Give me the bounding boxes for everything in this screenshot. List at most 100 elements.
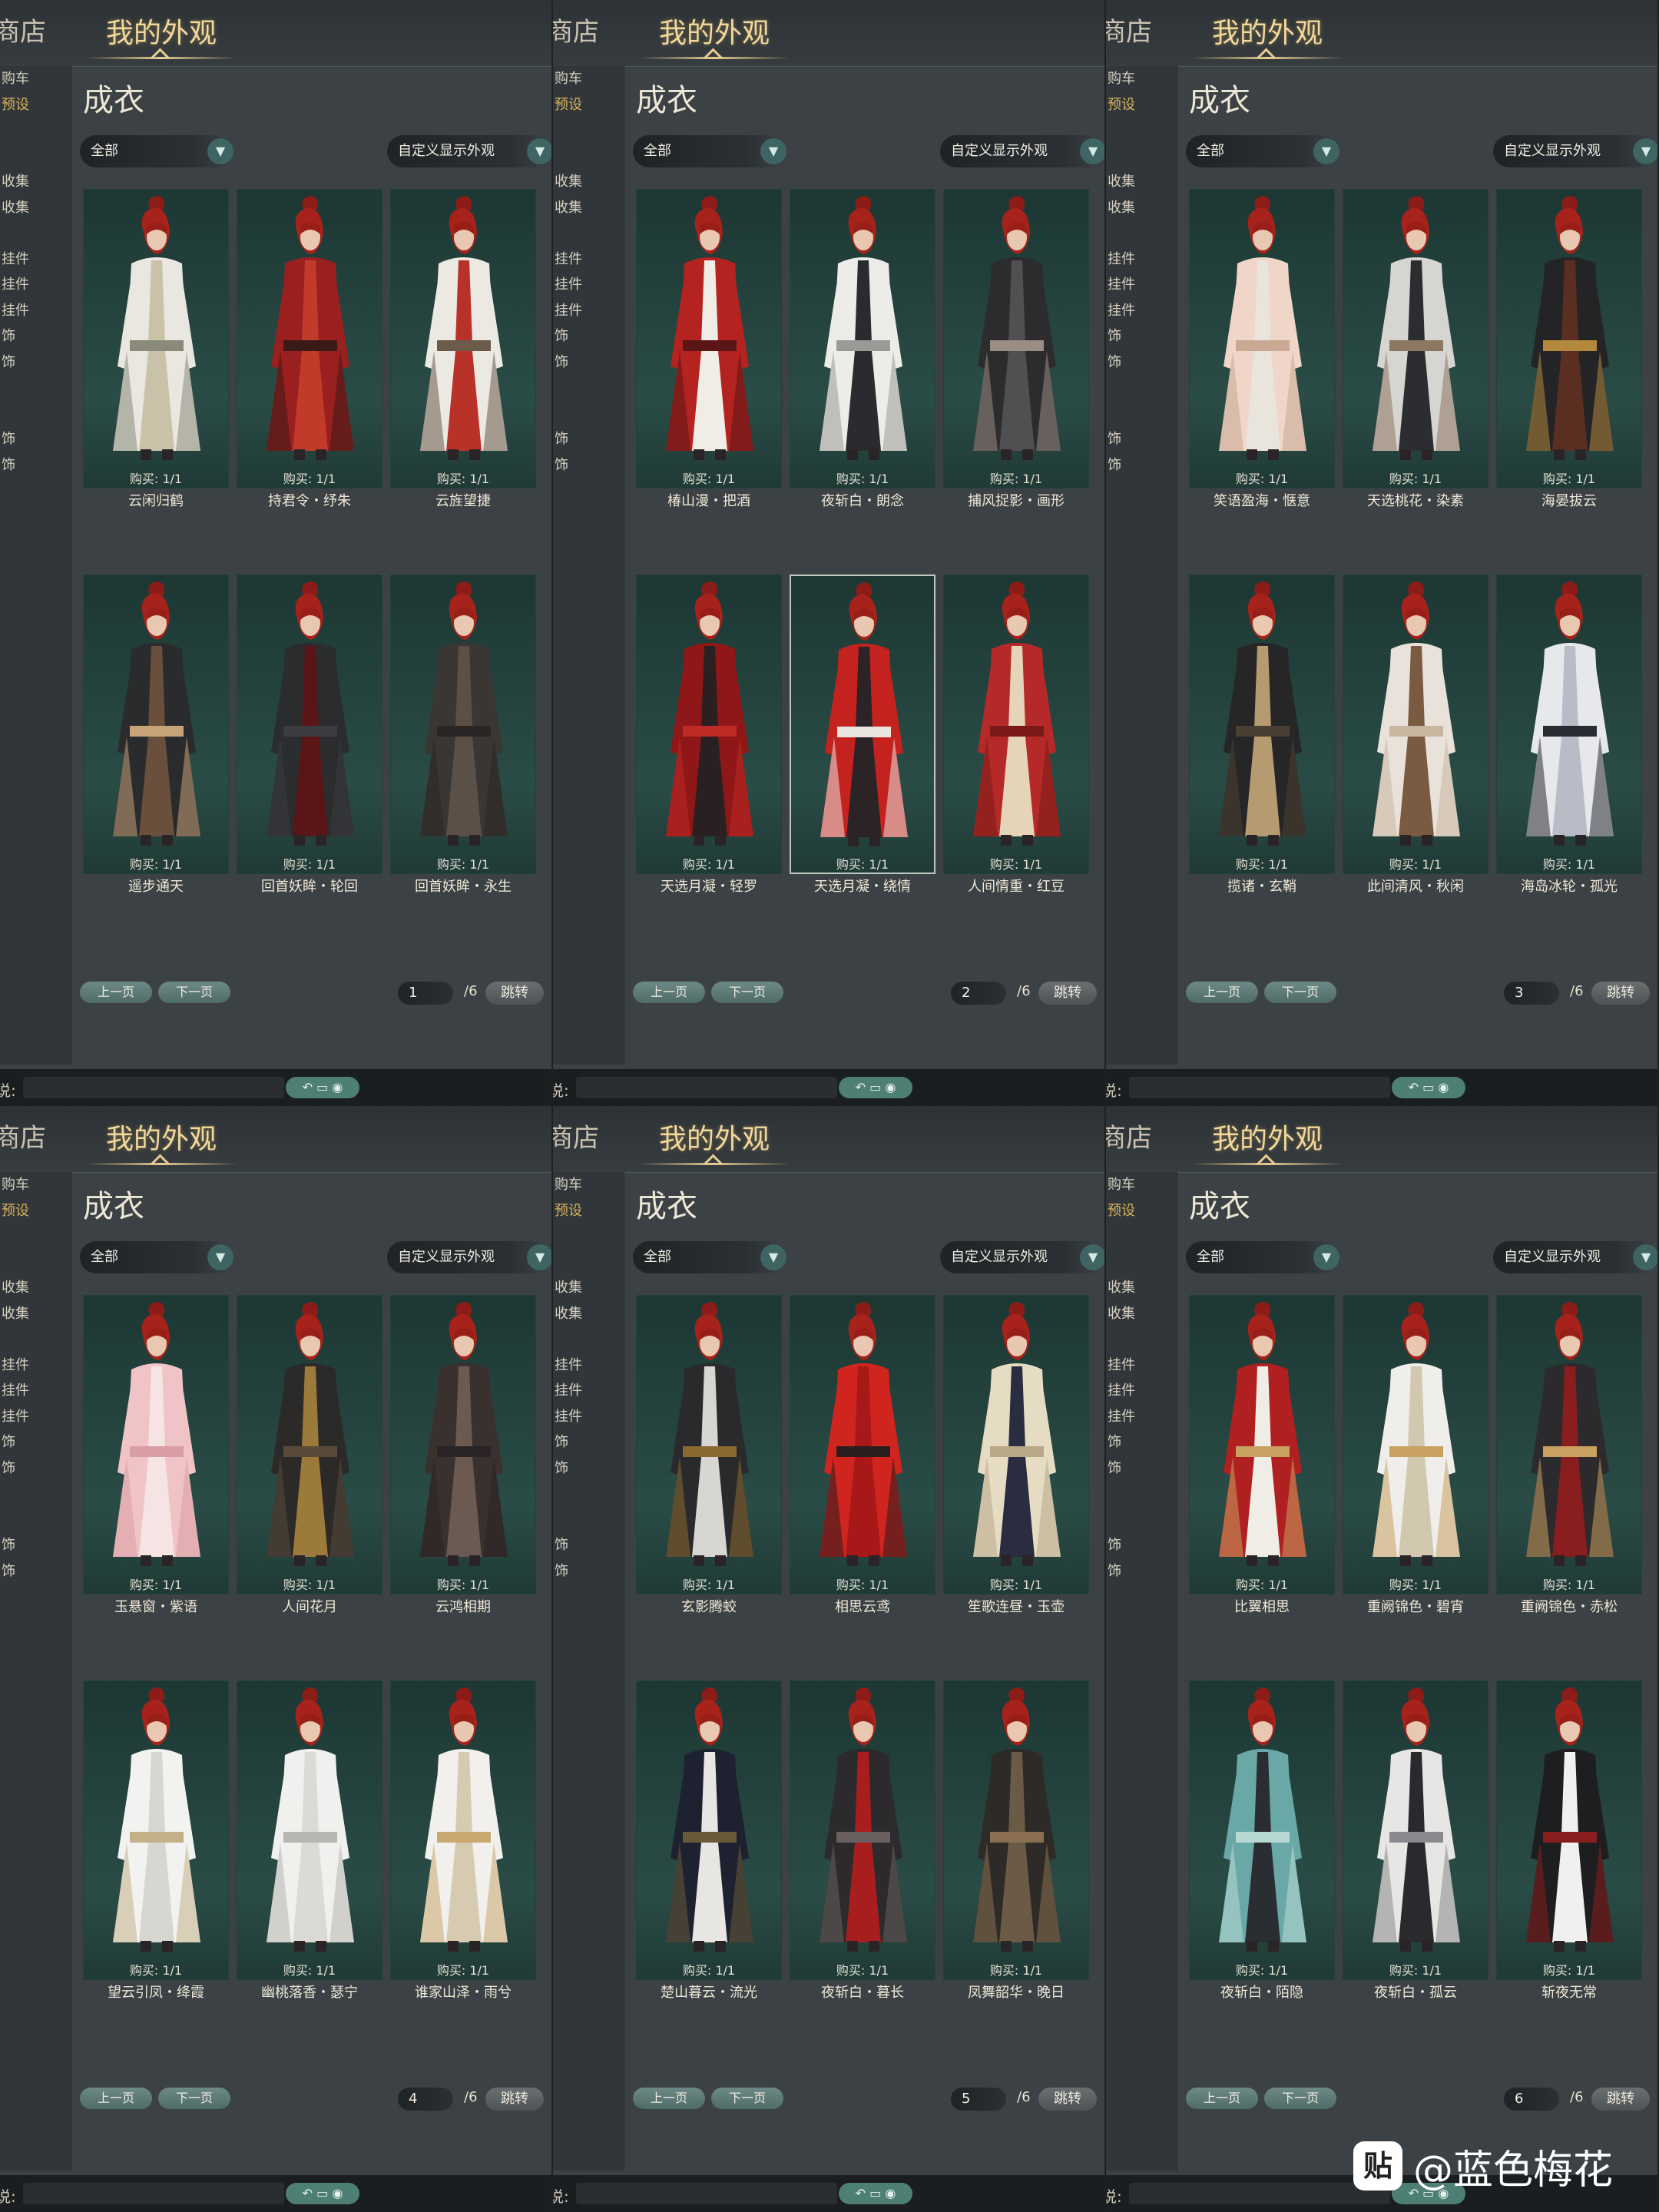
sidebar-item[interactable]: 挂件 (0, 1404, 71, 1430)
tab-shop[interactable]: 商店 (1106, 1117, 1152, 1154)
sidebar-item[interactable]: 挂件 (0, 247, 71, 273)
page-number-input[interactable]: 6 (1504, 2088, 1559, 2111)
sidebar-item[interactable] (1106, 118, 1177, 144)
sidebar-item[interactable]: 挂件 (0, 1378, 71, 1404)
sidebar-item[interactable] (0, 144, 71, 170)
sidebar-item[interactable]: 收集 (553, 195, 624, 221)
chevron-down-icon[interactable]: ▼ (1633, 138, 1657, 164)
chevron-down-icon[interactable]: ▼ (1313, 138, 1339, 164)
tab-shop[interactable]: 商店 (553, 11, 599, 48)
sidebar-item[interactable] (1106, 1326, 1177, 1353)
sidebar-item[interactable]: 挂件 (1106, 1404, 1177, 1430)
sidebar-item[interactable]: 饰 (0, 426, 71, 452)
sidebar-item[interactable]: 收集 (1106, 169, 1177, 195)
sidebar-item[interactable] (0, 1713, 71, 1739)
sidebar-item[interactable]: 收集 (553, 1275, 624, 1301)
costume-card[interactable]: 购买: 1/1 谁家山泽・雨兮 (390, 1681, 536, 2026)
costume-card[interactable]: 购买: 1/1 人间花月 (237, 1295, 382, 1641)
prev-page-button[interactable]: 上一页 (1186, 982, 1258, 1003)
prev-page-button[interactable]: 上一页 (1186, 2088, 1258, 2109)
sidebar-item[interactable] (0, 375, 71, 401)
sidebar-item[interactable]: 饰 (553, 323, 624, 349)
jump-button[interactable]: 跳转 (1591, 982, 1650, 1005)
sidebar-item[interactable] (1106, 632, 1177, 658)
costume-card[interactable]: 购买: 1/1 夜斩白・孤云 (1343, 1681, 1488, 2026)
sidebar-item[interactable] (0, 607, 71, 633)
sidebar-item[interactable]: 饰 (0, 1429, 71, 1455)
chat-action-icons[interactable]: ↶ ▭ ◉ (286, 2183, 359, 2204)
sidebar-item[interactable] (0, 1738, 71, 1764)
sidebar-item[interactable]: 饰 (1106, 426, 1177, 452)
sidebar-item[interactable] (553, 658, 624, 684)
sidebar-item[interactable]: 挂件 (0, 272, 71, 298)
costume-card[interactable]: 购买: 1/1 天选月凝・绕情 (790, 575, 935, 920)
costume-card[interactable]: 购买: 1/1 人间情重・红豆 (943, 575, 1089, 920)
tab-shop[interactable]: 商店 (0, 1117, 46, 1154)
sidebar-item[interactable] (1106, 1250, 1177, 1276)
sidebar-item[interactable] (553, 1250, 624, 1276)
chat-input[interactable] (23, 2183, 284, 2204)
sidebar-item[interactable] (0, 1250, 71, 1276)
page-number-input[interactable]: 4 (398, 2088, 453, 2111)
sidebar-item[interactable] (553, 375, 624, 401)
page-number-input[interactable]: 3 (1504, 982, 1559, 1005)
costume-card[interactable]: 购买: 1/1 捕风捉影・画形 (943, 189, 1089, 535)
sidebar-item[interactable]: 饰 (553, 1532, 624, 1558)
sidebar-item[interactable] (553, 118, 624, 144)
display-filter-dropdown[interactable]: 自定义显示外观 ▼ (940, 135, 1104, 167)
sidebar-item[interactable]: 饰 (1106, 452, 1177, 478)
sidebar-item[interactable] (0, 1610, 71, 1636)
sidebar-item[interactable]: 挂件 (1106, 1378, 1177, 1404)
sidebar-item[interactable] (1106, 1610, 1177, 1636)
category-filter-dropdown[interactable]: 全部 ▼ (1186, 1241, 1339, 1273)
sidebar-item[interactable] (1106, 1481, 1177, 1507)
sidebar-item[interactable]: 饰 (0, 1455, 71, 1482)
next-page-button[interactable]: 下一页 (1264, 2088, 1336, 2109)
sidebar-item[interactable] (0, 220, 71, 247)
jump-button[interactable]: 跳转 (485, 2088, 544, 2111)
costume-card[interactable]: 购买: 1/1 云闲归鹤 (83, 189, 229, 535)
sidebar-item[interactable] (0, 1326, 71, 1353)
page-number-input[interactable]: 5 (951, 2088, 1006, 2111)
chevron-down-icon[interactable]: ▼ (207, 138, 233, 164)
next-page-button[interactable]: 下一页 (1264, 982, 1336, 1003)
jump-button[interactable]: 跳转 (1038, 982, 1097, 1005)
sidebar-item[interactable]: 预设 (0, 92, 71, 118)
sidebar-item[interactable] (0, 504, 71, 530)
chevron-down-icon[interactable]: ▼ (760, 1244, 786, 1270)
sidebar-item[interactable]: 饰 (0, 323, 71, 349)
prev-page-button[interactable]: 上一页 (80, 982, 152, 1003)
sidebar-item[interactable]: 预设 (553, 1198, 624, 1224)
costume-card[interactable]: 购买: 1/1 楚山暮云・流光 (636, 1681, 782, 2026)
tab-my-appearance[interactable]: 我的外观 (106, 1117, 217, 1157)
category-filter-dropdown[interactable]: 全部 ▼ (80, 1241, 233, 1273)
sidebar-item[interactable]: 购车 (0, 66, 71, 92)
display-filter-dropdown[interactable]: 自定义显示外观 ▼ (940, 1241, 1104, 1273)
sidebar-item[interactable] (1106, 1687, 1177, 1713)
costume-card[interactable]: 购买: 1/1 海晏拔云 (1496, 189, 1642, 535)
sidebar-item[interactable] (553, 144, 624, 170)
sidebar-item[interactable]: 购车 (553, 1172, 624, 1198)
costume-card[interactable]: 购买: 1/1 回首妖眸・轮回 (237, 575, 382, 920)
sidebar-item[interactable] (1106, 581, 1177, 607)
display-filter-dropdown[interactable]: 自定义显示外观 ▼ (387, 135, 551, 167)
sidebar-item[interactable] (1106, 1224, 1177, 1250)
sidebar-item[interactable]: 挂件 (1106, 1353, 1177, 1379)
sidebar-item[interactable]: 购车 (0, 1172, 71, 1198)
sidebar-item[interactable]: 挂件 (1106, 272, 1177, 298)
sidebar-item[interactable]: 收集 (1106, 195, 1177, 221)
sidebar-item[interactable]: 挂件 (553, 272, 624, 298)
costume-card[interactable]: 购买: 1/1 天选月凝・轻罗 (636, 575, 782, 920)
page-number-input[interactable]: 2 (951, 982, 1006, 1005)
sidebar-item[interactable] (553, 1687, 624, 1713)
sidebar-item[interactable] (0, 1224, 71, 1250)
sidebar-item[interactable] (0, 1687, 71, 1713)
page-number-input[interactable]: 1 (398, 982, 453, 1005)
display-filter-dropdown[interactable]: 自定义显示外观 ▼ (1493, 135, 1657, 167)
sidebar-item[interactable] (1106, 1635, 1177, 1661)
sidebar-item[interactable] (1106, 144, 1177, 170)
tab-my-appearance[interactable]: 我的外观 (106, 11, 217, 51)
costume-card[interactable]: 购买: 1/1 相思云鸢 (790, 1295, 935, 1641)
chat-input[interactable] (1129, 2183, 1390, 2204)
sidebar-item[interactable] (553, 1764, 624, 1790)
